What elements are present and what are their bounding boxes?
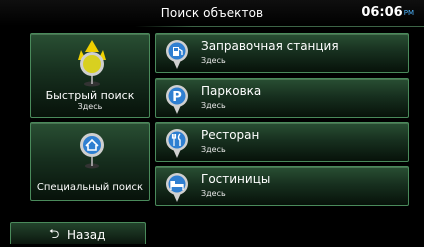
- special-search-button[interactable]: Специальный поиск: [30, 122, 150, 201]
- category-subtitle: Здесь: [201, 101, 226, 110]
- svg-text:P: P: [172, 90, 182, 105]
- hotel-icon: [166, 173, 188, 202]
- gas-station-icon: [166, 40, 188, 69]
- clock-ampm: PM: [403, 9, 414, 17]
- back-button[interactable]: ⮌ Назад: [10, 222, 146, 244]
- category-gas-station[interactable]: Заправочная станция Здесь: [155, 33, 409, 73]
- clock: 06:06PM: [361, 5, 414, 20]
- restaurant-icon: [166, 129, 188, 158]
- category-title: Гостиницы: [201, 172, 271, 186]
- quick-search-icon: [78, 40, 106, 87]
- category-title: Ресторан: [201, 128, 260, 142]
- quick-search-button[interactable]: Быстрый поиск Здесь: [30, 33, 150, 118]
- category-title: Парковка: [201, 84, 262, 98]
- category-title: Заправочная станция: [201, 39, 339, 53]
- clock-time: 06:06: [361, 5, 403, 20]
- quick-search-sublabel: Здесь: [77, 102, 103, 111]
- category-parking[interactable]: P Парковка Здесь: [155, 78, 409, 118]
- category-subtitle: Здесь: [201, 189, 226, 198]
- category-hotel[interactable]: Гостиницы Здесь: [155, 166, 409, 206]
- category-subtitle: Здесь: [201, 56, 226, 65]
- category-subtitle: Здесь: [201, 145, 226, 154]
- header-divider: [135, 26, 424, 27]
- back-label: Назад: [67, 228, 106, 242]
- parking-icon: P: [166, 85, 188, 114]
- special-search-label: Специальный поиск: [36, 182, 144, 193]
- header-bar: Поиск объектов 06:06PM: [0, 0, 424, 26]
- category-restaurant[interactable]: Ресторан Здесь: [155, 122, 409, 162]
- special-search-icon: [80, 133, 104, 169]
- quick-search-label: Быстрый поиск: [45, 89, 135, 102]
